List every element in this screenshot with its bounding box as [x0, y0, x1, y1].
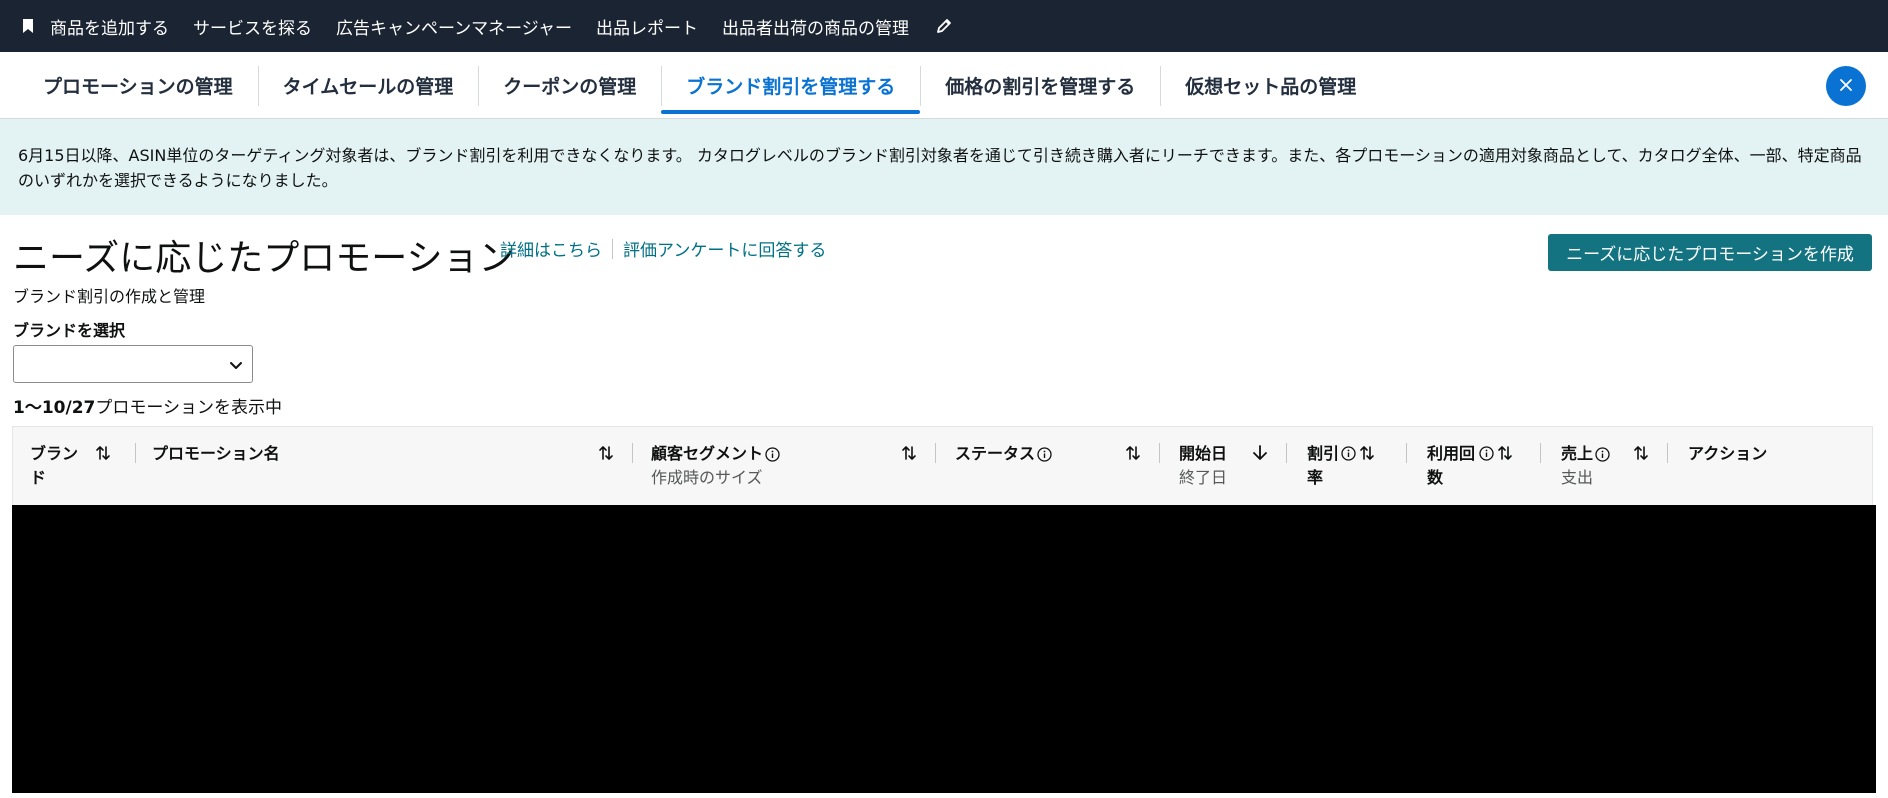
brand-select-label: ブランドを選択 [13, 321, 126, 340]
redacted-table-body [12, 505, 1876, 793]
tab-manage-virtual-bundles[interactable]: 仮想セット品の管理 [1160, 52, 1381, 119]
tab-manage-deals[interactable]: タイムセールの管理 [257, 52, 479, 119]
column-status: ステータス [936, 427, 1160, 505]
nav-listing-report[interactable]: 出品レポート [596, 14, 698, 39]
info-icon[interactable] [765, 445, 780, 462]
column-customer-segment-sub: 作成時のサイズ [651, 468, 763, 487]
header-links: 詳細はこちら 評価アンケートに回答する [500, 236, 826, 261]
column-sales: 売上 支出 [1541, 427, 1668, 505]
top-nav-bar: 商品を追加する サービスを探る 広告キャンペーンマネージャー 出品レポート 出品… [0, 0, 1888, 52]
column-customer-segment-label: 顧客セグメント [651, 444, 764, 463]
column-sales-sub: 支出 [1561, 468, 1594, 487]
info-icon[interactable] [1595, 445, 1610, 462]
column-brand-label: ブランド [30, 444, 79, 487]
pencil-icon[interactable] [933, 15, 955, 37]
column-start-date-sub: 終了日 [1179, 468, 1228, 487]
column-start-date: 開始日 終了日 [1160, 427, 1287, 505]
promotions-table: ブランド プロモーション名 顧客セグメント 作成時のサイズ ステータス 開始日 … [12, 426, 1873, 506]
page-subtitle: ブランド割引の作成と管理 [13, 287, 206, 306]
column-brand: ブランド [13, 427, 136, 505]
sort-descending-icon[interactable] [1251, 444, 1269, 462]
tab-manage-coupons[interactable]: クーポンの管理 [478, 52, 661, 119]
column-promotion-name: プロモーション名 [136, 427, 633, 505]
column-promotion-name-label: プロモーション名 [152, 444, 280, 463]
result-suffix: プロモーションを表示中 [95, 398, 283, 418]
sort-icon[interactable] [1497, 444, 1515, 462]
column-discount-rate: 割引率 [1287, 427, 1407, 505]
column-usage-count: 利用回数 [1407, 427, 1541, 505]
nav-explore-services[interactable]: サービスを探る [193, 14, 312, 39]
column-customer-segment: 顧客セグメント 作成時のサイズ [633, 427, 936, 505]
sort-icon[interactable] [95, 444, 113, 462]
sort-icon[interactable] [1633, 444, 1651, 462]
learn-more-link[interactable]: 詳細はこちら [500, 236, 602, 261]
info-icon[interactable] [1479, 446, 1494, 461]
nav-manage-seller-fulfilled[interactable]: 出品者出荷の商品の管理 [722, 14, 909, 39]
close-icon [1839, 77, 1853, 96]
survey-link[interactable]: 評価アンケートに回答する [623, 236, 826, 261]
sort-icon[interactable] [901, 444, 919, 462]
nav-add-product[interactable]: 商品を追加する [50, 14, 169, 39]
close-button[interactable] [1826, 66, 1866, 106]
column-usage-count-label: 利用回数 [1427, 444, 1476, 487]
sort-icon[interactable] [598, 444, 616, 462]
notice-text: 6月15日以降、ASIN単位のターゲティング対象者は、ブランド割引を利用できなく… [18, 146, 1862, 190]
nav-ad-campaign-manager[interactable]: 広告キャンペーンマネージャー [336, 14, 572, 39]
bookmark-icon[interactable] [20, 16, 36, 36]
link-divider [612, 238, 613, 259]
column-actions: アクション [1668, 427, 1868, 505]
column-status-label: ステータス [955, 444, 1036, 463]
sort-icon[interactable] [1359, 444, 1377, 462]
info-icon[interactable] [1037, 445, 1052, 462]
brand-select[interactable] [13, 345, 253, 383]
sort-icon[interactable] [1125, 444, 1143, 462]
info-icon[interactable] [1341, 446, 1356, 461]
column-start-date-label: 開始日 [1179, 444, 1228, 463]
notice-banner: 6月15日以降、ASIN単位のターゲティング対象者は、ブランド割引を利用できなく… [0, 119, 1888, 215]
column-actions-label: アクション [1688, 444, 1768, 463]
chevron-down-icon [228, 357, 244, 373]
tab-manage-brand-discounts[interactable]: ブランド割引を管理する [661, 52, 921, 119]
result-count: 1〜10/27プロモーションを表示中 [13, 393, 282, 418]
top-nav-items: 商品を追加する サービスを探る 広告キャンペーンマネージャー 出品レポート 出品… [50, 14, 933, 39]
page: 商品を追加する サービスを探る 広告キャンペーンマネージャー 出品レポート 出品… [0, 0, 1888, 798]
page-title: ニーズに応じたプロモーション [13, 238, 515, 279]
tab-manage-price-discounts[interactable]: 価格の割引を管理する [920, 52, 1160, 119]
create-promotion-button[interactable]: ニーズに応じたプロモーションを作成 [1548, 234, 1872, 271]
tab-manage-promotions[interactable]: プロモーションの管理 [18, 52, 258, 119]
tabs: プロモーションの管理 タイムセールの管理 クーポンの管理 ブランド割引を管理する… [18, 52, 1381, 119]
column-sales-label: 売上 [1561, 444, 1594, 463]
result-range: 1〜10/27 [13, 398, 96, 418]
tab-bar: プロモーションの管理 タイムセールの管理 クーポンの管理 ブランド割引を管理する… [0, 52, 1888, 119]
